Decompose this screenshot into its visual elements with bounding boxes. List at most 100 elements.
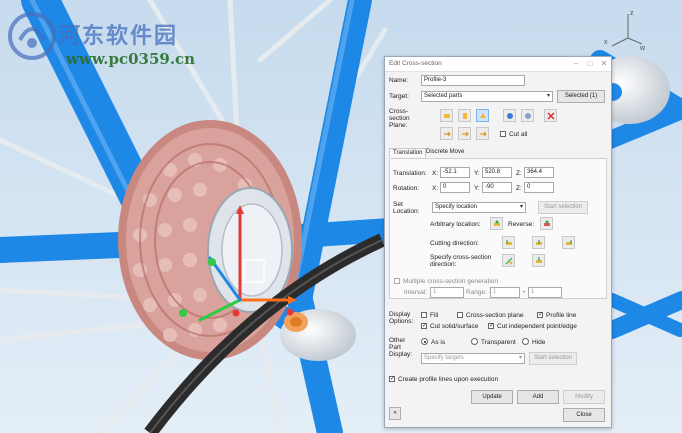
multiple-cross-section-checkbox[interactable] bbox=[394, 278, 400, 284]
start-selection-targets-button[interactable]: Start selection bbox=[529, 352, 577, 365]
rotation-x-input[interactable]: 0 bbox=[440, 182, 470, 193]
tab-translation[interactable]: Translation bbox=[389, 148, 427, 157]
rotation-z-input[interactable]: 0 bbox=[524, 182, 554, 193]
tab-discrete-move[interactable]: Discrete Move bbox=[423, 148, 467, 156]
dialog-titlebar[interactable]: Edit Cross-section – □ ✕ bbox=[385, 57, 611, 72]
specify-targets-value: Specify targets bbox=[424, 355, 464, 361]
set-location-select[interactable]: Specify location ▾ bbox=[432, 202, 526, 213]
arbitrary-location-icon[interactable] bbox=[490, 217, 503, 230]
plane-flip-z-icon[interactable] bbox=[476, 127, 489, 140]
selected-button[interactable]: Selected (1) bbox=[557, 90, 605, 103]
chevron-down-icon: ▾ bbox=[518, 355, 522, 361]
rotation-x-label: X: bbox=[432, 185, 439, 192]
display-options-label: Display Options: bbox=[389, 311, 414, 325]
plane-zx-icon[interactable] bbox=[476, 109, 489, 122]
name-field[interactable]: Profile-3 bbox=[421, 75, 525, 86]
target-select[interactable]: Selected parts ▾ bbox=[421, 91, 553, 102]
translation-x-input[interactable]: -52.1 bbox=[440, 167, 470, 178]
interval-input[interactable]: 1 bbox=[430, 287, 464, 298]
watermark-logo-icon bbox=[8, 12, 56, 60]
cut-all-checkbox[interactable] bbox=[500, 131, 506, 137]
as-is-radio[interactable] bbox=[421, 338, 428, 345]
rotation-label: Rotation: bbox=[393, 185, 420, 192]
add-button[interactable]: Add bbox=[517, 390, 559, 404]
translation-panel: Translation: X: -52.1 Y: 520.8 Z: 364.4 … bbox=[389, 158, 607, 299]
maximize-icon[interactable]: □ bbox=[583, 57, 597, 71]
cut-independent-checkbox[interactable]: ✓ bbox=[488, 323, 494, 329]
set-location-label: Set Location: bbox=[393, 201, 420, 215]
translation-y-input[interactable]: 520.8 bbox=[482, 167, 512, 178]
create-profile-lines-label: Create profile lines upon execution bbox=[398, 376, 499, 383]
cut-solid-label: Cut solid/surface bbox=[430, 323, 479, 330]
axis-label-z: z bbox=[630, 10, 634, 17]
watermark-url: www.pc0359.cn bbox=[66, 50, 196, 68]
reverse-icon[interactable] bbox=[540, 217, 553, 230]
update-button[interactable]: Update bbox=[471, 390, 513, 404]
cut-all-label: Cut all bbox=[509, 131, 528, 138]
specify-direction-label: Specify cross-section direction: bbox=[430, 254, 492, 268]
plane-custom-icon[interactable] bbox=[521, 109, 534, 122]
translation-z-label: Z: bbox=[516, 170, 522, 177]
range-max-input[interactable]: 1 bbox=[528, 287, 562, 298]
close-icon[interactable]: ✕ bbox=[597, 57, 611, 71]
other-part-display-label: Other Part Display: bbox=[389, 337, 413, 358]
axis-label-x: x bbox=[604, 39, 608, 46]
specify-direction-edge-icon[interactable] bbox=[532, 254, 545, 267]
edit-cross-section-dialog: Edit Cross-section – □ ✕ Name: Profile-3… bbox=[384, 56, 612, 428]
reverse-label: Reverse: bbox=[508, 221, 535, 228]
as-is-label: As is bbox=[431, 339, 446, 346]
plane-flip-y-icon[interactable] bbox=[458, 127, 471, 140]
fill-label: Fill bbox=[430, 312, 439, 319]
range-label: Range: - bbox=[466, 289, 491, 296]
translation-z-input[interactable]: 364.4 bbox=[524, 167, 554, 178]
dialog-title: Edit Cross-section bbox=[389, 60, 442, 67]
fill-checkbox[interactable] bbox=[421, 312, 427, 318]
transparent-radio[interactable] bbox=[471, 338, 478, 345]
range-plus-label: + bbox=[522, 289, 526, 296]
target-label: Target: bbox=[389, 93, 409, 100]
name-label: Name: bbox=[389, 77, 409, 84]
watermark: 河东软件园 www.pc0359.cn bbox=[6, 10, 195, 68]
chevron-down-icon: ▾ bbox=[546, 93, 550, 99]
rotation-z-label: Z: bbox=[516, 185, 522, 192]
plane-yz-icon[interactable] bbox=[458, 109, 471, 122]
transparent-label: Transparent bbox=[481, 339, 516, 346]
create-profile-lines-checkbox[interactable]: ✓ bbox=[389, 376, 395, 382]
watermark-title: 河东软件园 bbox=[58, 23, 179, 49]
hide-radio[interactable] bbox=[522, 338, 529, 345]
translation-x-label: X: bbox=[432, 170, 439, 177]
cutting-direction-y-icon[interactable] bbox=[532, 236, 545, 249]
collapse-button[interactable]: » bbox=[389, 407, 401, 420]
translation-label: Translation: bbox=[393, 170, 427, 177]
plane-xy-icon[interactable] bbox=[440, 109, 453, 122]
cross-section-plane-checkbox[interactable] bbox=[457, 312, 463, 318]
plane-flip-x-icon[interactable] bbox=[440, 127, 453, 140]
translation-y-label: Y: bbox=[474, 170, 480, 177]
plane-view-icon[interactable] bbox=[503, 109, 516, 122]
axis-label-w: w bbox=[639, 45, 646, 52]
cutting-direction-label: Cutting direction: bbox=[430, 240, 479, 247]
modify-button[interactable]: Modify bbox=[563, 390, 605, 404]
cut-solid-checkbox[interactable]: ✓ bbox=[421, 323, 427, 329]
profile-line-label: Profile line bbox=[546, 312, 577, 319]
cross-section-plane-option-label: Cross-section plane bbox=[466, 312, 524, 319]
specify-direction-point-icon[interactable] bbox=[502, 254, 515, 267]
delete-plane-icon[interactable] bbox=[544, 109, 557, 122]
chevron-down-icon: ▾ bbox=[519, 204, 523, 210]
start-selection-button[interactable]: Start selection bbox=[538, 201, 588, 214]
rotation-y-label: Y: bbox=[474, 185, 480, 192]
cutting-direction-z-icon[interactable] bbox=[562, 236, 575, 249]
target-select-value: Selected parts bbox=[424, 93, 463, 99]
specify-targets-select[interactable]: Specify targets ▾ bbox=[421, 353, 525, 364]
minimize-icon[interactable]: – bbox=[569, 57, 583, 71]
close-button[interactable]: Close bbox=[563, 408, 605, 422]
cut-independent-label: Cut independent point/edge bbox=[497, 323, 577, 330]
rotation-y-input[interactable]: -90 bbox=[482, 182, 512, 193]
profile-line-checkbox[interactable]: ✓ bbox=[537, 312, 543, 318]
interval-label: Interval: bbox=[404, 289, 428, 296]
hide-label: Hide bbox=[532, 339, 546, 346]
arbitrary-location-label: Arbitrary location: bbox=[430, 221, 481, 228]
cutting-direction-x-icon[interactable] bbox=[502, 236, 515, 249]
range-min-input[interactable]: 1 bbox=[490, 287, 520, 298]
multiple-cross-section-label: Multiple cross-section generation bbox=[403, 278, 499, 285]
